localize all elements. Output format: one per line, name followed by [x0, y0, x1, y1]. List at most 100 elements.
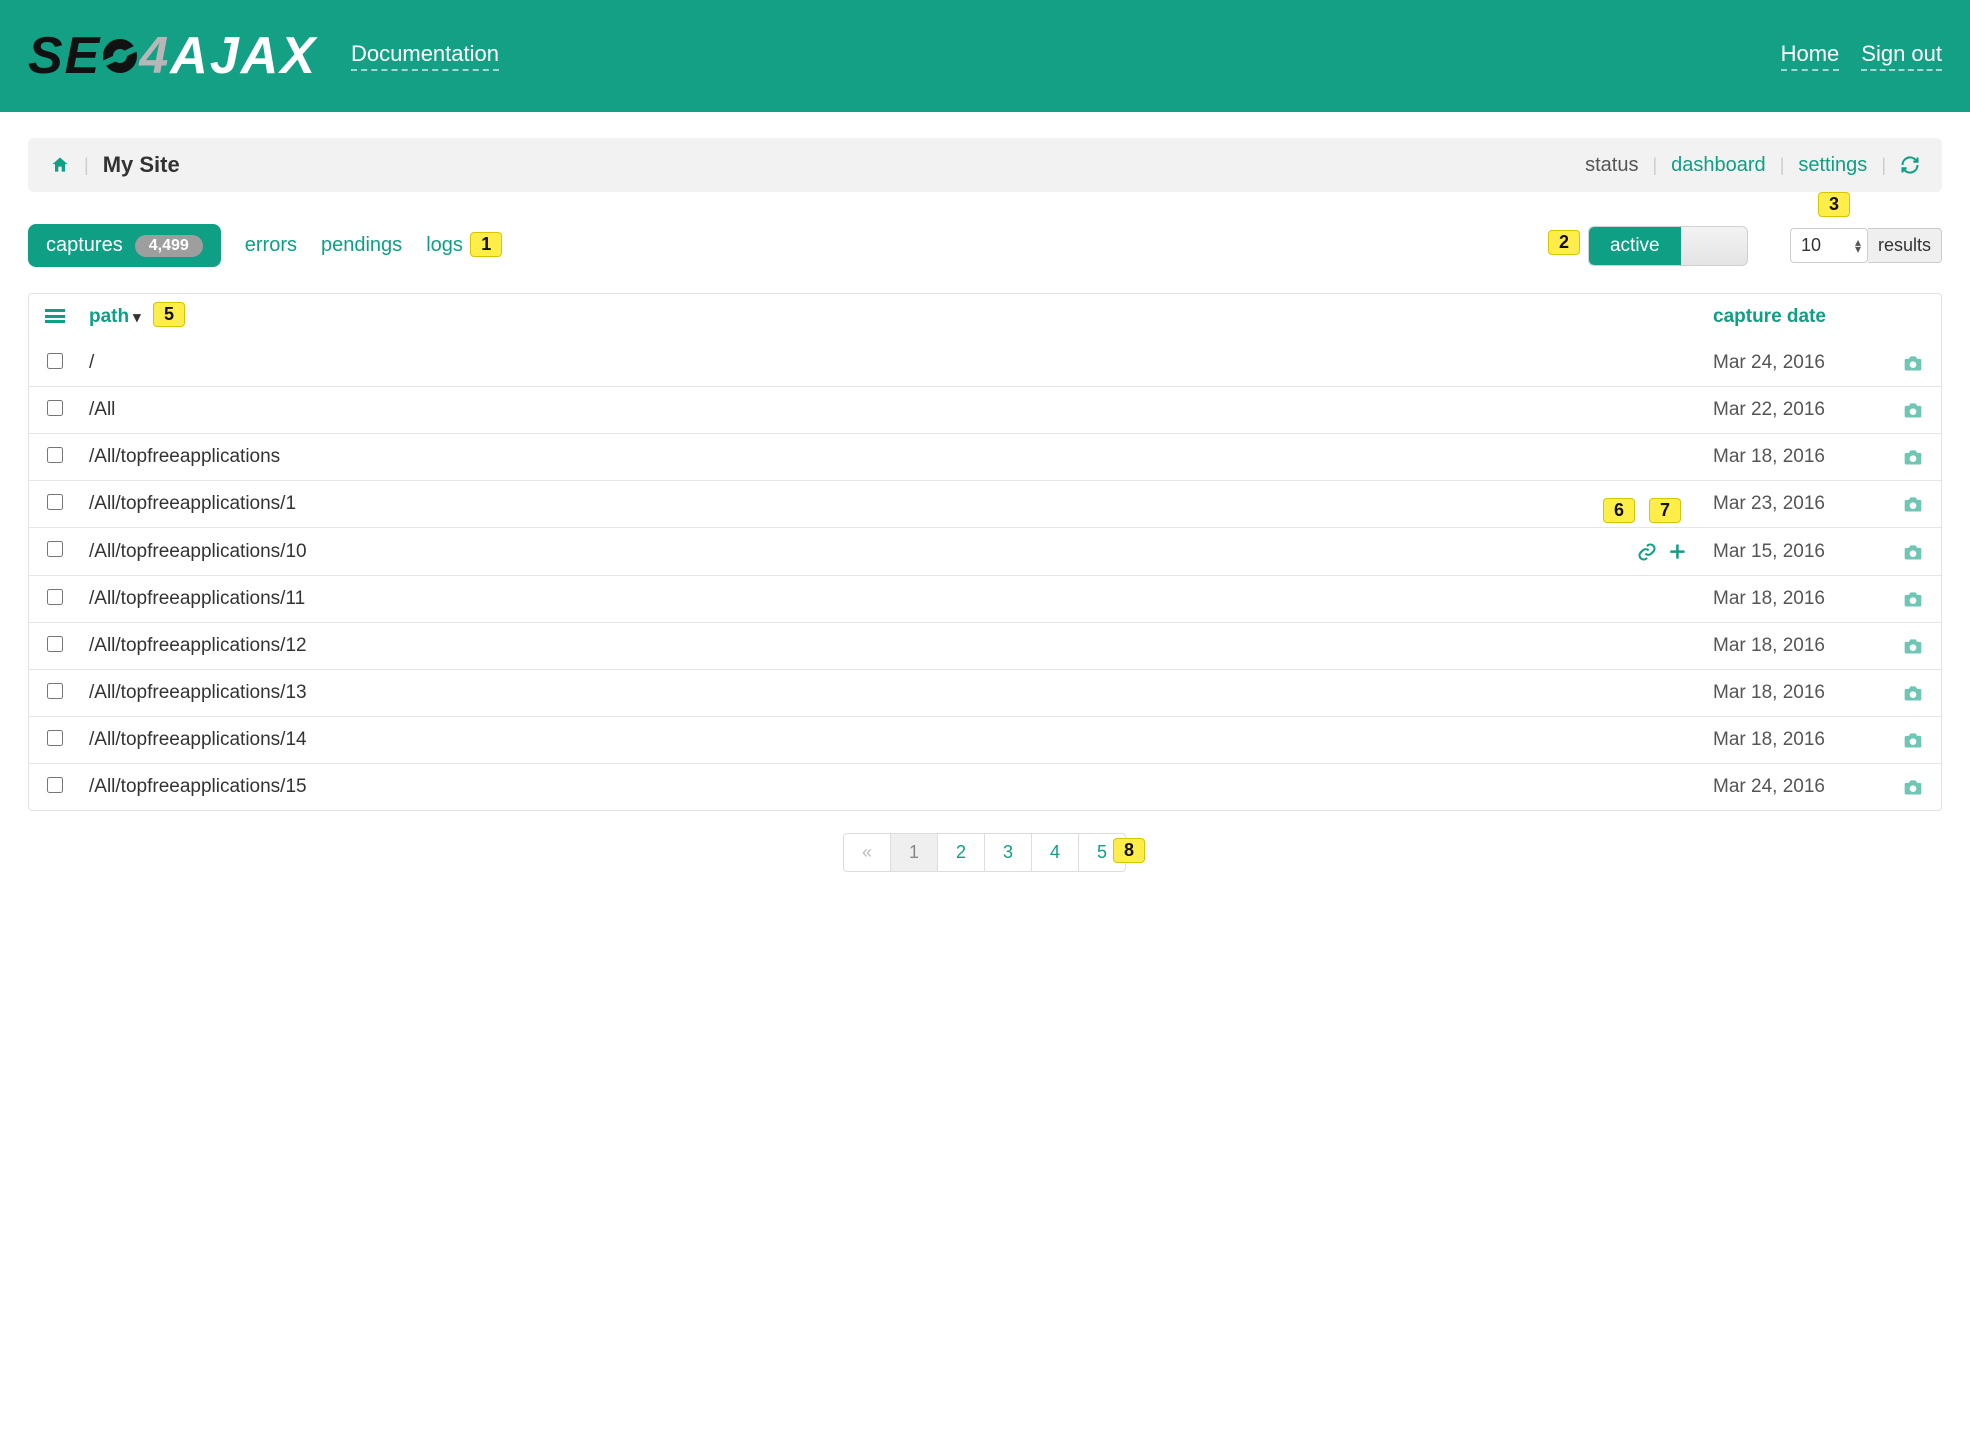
- camera-icon[interactable]: [1885, 635, 1941, 658]
- row-date: Mar 22, 2016: [1705, 387, 1885, 433]
- plus-icon[interactable]: [1667, 540, 1687, 563]
- pagination-page-3[interactable]: 3: [984, 833, 1032, 872]
- table-row: /All/topfreeapplications/12Mar 18, 2016: [29, 622, 1941, 669]
- camera-icon[interactable]: [1885, 446, 1941, 469]
- row-path-text: /All/topfreeapplications/11: [89, 588, 305, 610]
- row-path[interactable]: /All/topfreeapplications/11: [81, 576, 1705, 622]
- row-date: Mar 24, 2016: [1705, 764, 1885, 810]
- row-path[interactable]: /All/topfreeapplications: [81, 434, 1705, 480]
- row-path[interactable]: /All/topfreeapplications/13: [81, 670, 1705, 716]
- camera-icon[interactable]: [1885, 682, 1941, 705]
- row-path[interactable]: /All/topfreeapplications/1067: [81, 528, 1705, 575]
- camera-icon[interactable]: [1885, 729, 1941, 752]
- row-checkbox-cell: [29, 624, 81, 669]
- settings-link[interactable]: settings: [1798, 154, 1867, 177]
- results-select-value: 10: [1801, 235, 1821, 255]
- row-checkbox[interactable]: [47, 494, 63, 510]
- home-link[interactable]: Home: [1781, 41, 1840, 71]
- pagination-page-4[interactable]: 4: [1031, 833, 1079, 872]
- row-date: Mar 24, 2016: [1705, 340, 1885, 386]
- table-row: /All/topfreeapplications/14Mar 18, 2016: [29, 716, 1941, 763]
- row-date: Mar 18, 2016: [1705, 434, 1885, 480]
- table-row: /All/topfreeapplications/11 Mar 18, 2016: [29, 575, 1941, 622]
- row-path[interactable]: /All/topfreeapplications/12: [81, 623, 1705, 669]
- row-checkbox-cell: [29, 341, 81, 386]
- pagination-prev[interactable]: «: [843, 833, 891, 872]
- row-checkbox[interactable]: [47, 730, 63, 746]
- row-path-text: /All/topfreeapplications/13: [89, 682, 307, 704]
- row-checkbox[interactable]: [47, 683, 63, 699]
- table-row: /All/topfreeapplications/1Mar 23, 2016: [29, 480, 1941, 527]
- row-checkbox-cell: [29, 718, 81, 763]
- camera-icon[interactable]: [1885, 399, 1941, 422]
- logo-text-4: 4: [139, 26, 170, 86]
- camera-icon[interactable]: [1885, 493, 1941, 516]
- row-checkbox[interactable]: [47, 353, 63, 369]
- home-icon[interactable]: [50, 154, 70, 177]
- tab-captures[interactable]: captures 4,499: [28, 224, 221, 267]
- annotation-1: 1: [470, 232, 502, 257]
- row-path-text: /: [89, 352, 94, 374]
- active-toggle[interactable]: active: [1588, 226, 1748, 266]
- logo-text-ajax: AJAX: [170, 26, 317, 86]
- camera-icon[interactable]: [1885, 776, 1941, 799]
- link-icon[interactable]: [1637, 540, 1657, 563]
- logo: SE 4 AJAX: [28, 26, 317, 86]
- row-date: Mar 15, 2016: [1705, 529, 1885, 575]
- annotation-2: 2: [1548, 230, 1580, 255]
- annotation-8: 8: [1113, 838, 1145, 863]
- pagination-page-2[interactable]: 2: [937, 833, 985, 872]
- documentation-link[interactable]: Documentation: [351, 41, 499, 71]
- tab-pendings[interactable]: pendings: [321, 234, 402, 257]
- row-checkbox[interactable]: [47, 777, 63, 793]
- row-path[interactable]: /All: [81, 387, 1705, 433]
- pagination-page-1[interactable]: 1: [890, 833, 938, 872]
- row-path-text: /All/topfreeapplications/10: [89, 541, 307, 563]
- header-check: 4: [29, 295, 81, 340]
- pagination-page-5-label: 5: [1097, 842, 1107, 862]
- camera-icon[interactable]: [1885, 352, 1941, 375]
- row-path-text: /All/topfreeapplications/12: [89, 635, 307, 657]
- signout-link[interactable]: Sign out: [1861, 41, 1942, 71]
- table-row: /All/topfreeapplications/15Mar 24, 2016: [29, 763, 1941, 810]
- row-checkbox[interactable]: [47, 636, 63, 652]
- row-path[interactable]: /: [81, 340, 1705, 386]
- tab-bar: captures 4,499 errors pendings logs 1 2 …: [28, 224, 1942, 267]
- select-menu-icon[interactable]: [45, 309, 65, 323]
- tab-captures-label: captures: [46, 234, 123, 257]
- row-checkbox[interactable]: [47, 541, 63, 557]
- results-select: 3 10 ▴▾ results: [1790, 228, 1942, 263]
- row-checkbox-cell: [29, 388, 81, 433]
- status-link[interactable]: status: [1585, 154, 1638, 177]
- table-row: /All/topfreeapplicationsMar 18, 2016: [29, 433, 1941, 480]
- header-path[interactable]: path 5: [81, 294, 1705, 340]
- table-row: /AllMar 22, 2016: [29, 386, 1941, 433]
- separator: |: [1652, 155, 1657, 176]
- row-date: Mar 18, 2016: [1705, 576, 1885, 622]
- pagination-page-5[interactable]: 5 8: [1078, 833, 1126, 872]
- row-checkbox-cell: [29, 671, 81, 716]
- tab-logs[interactable]: logs 1: [426, 234, 463, 257]
- row-checkbox[interactable]: [47, 400, 63, 416]
- annotation-5: 5: [153, 302, 185, 327]
- pagination: « 1 2 3 4 5 8: [28, 833, 1942, 872]
- row-path[interactable]: /All/topfreeapplications/14: [81, 717, 1705, 763]
- row-checkbox-cell: [29, 577, 81, 622]
- refresh-icon[interactable]: [1900, 154, 1920, 177]
- row-actions: [1637, 540, 1697, 563]
- results-per-page-select[interactable]: 10 ▴▾: [1790, 228, 1868, 263]
- separator: |: [1780, 155, 1785, 176]
- row-path-text: /All/topfreeapplications/1: [89, 493, 296, 515]
- header-date[interactable]: capture date: [1705, 294, 1885, 340]
- camera-icon[interactable]: [1885, 588, 1941, 611]
- tab-errors[interactable]: errors: [245, 234, 297, 257]
- row-checkbox[interactable]: [47, 589, 63, 605]
- topbar: SE 4 AJAX Documentation Home Sign out: [0, 0, 1970, 112]
- dashboard-link[interactable]: dashboard: [1671, 154, 1766, 177]
- row-path[interactable]: /All/topfreeapplications/15: [81, 764, 1705, 810]
- captures-count-badge: 4,499: [135, 235, 203, 257]
- tab-logs-label: logs: [426, 234, 463, 256]
- row-checkbox[interactable]: [47, 447, 63, 463]
- row-path[interactable]: /All/topfreeapplications/1: [81, 481, 1705, 527]
- camera-icon[interactable]: [1885, 540, 1941, 563]
